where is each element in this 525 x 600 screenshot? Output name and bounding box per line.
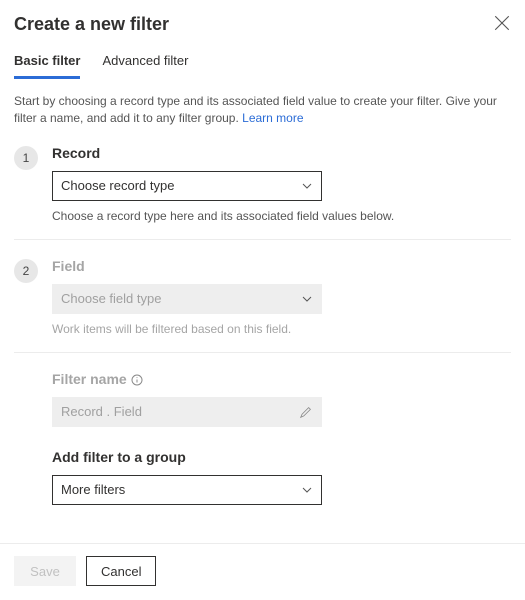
tab-strip: Basic filter Advanced filter (14, 53, 511, 79)
record-type-dropdown[interactable]: Choose record type (52, 171, 322, 201)
info-icon[interactable] (131, 373, 143, 385)
intro-text: Start by choosing a record type and its … (14, 93, 511, 127)
filter-name-input: Record . Field (52, 397, 322, 427)
dialog-title: Create a new filter (14, 14, 169, 35)
cancel-button[interactable]: Cancel (86, 556, 156, 586)
record-type-placeholder: Choose record type (61, 178, 174, 193)
footer-divider (0, 543, 525, 544)
tab-advanced-filter[interactable]: Advanced filter (102, 53, 188, 79)
step-number-2: 2 (14, 259, 38, 283)
tab-basic-filter[interactable]: Basic filter (14, 53, 80, 79)
pencil-icon (299, 405, 313, 419)
filter-name-placeholder: Record . Field (61, 404, 142, 419)
record-hint: Choose a record type here and its associ… (52, 209, 511, 223)
save-button: Save (14, 556, 76, 586)
field-type-placeholder: Choose field type (61, 291, 161, 306)
filter-group-value: More filters (61, 482, 125, 497)
chevron-down-icon (301, 180, 313, 192)
field-label: Field (52, 258, 511, 274)
filter-name-label: Filter name (52, 371, 511, 387)
field-type-dropdown: Choose field type (52, 284, 322, 314)
record-label: Record (52, 145, 511, 161)
step-number-1: 1 (14, 146, 38, 170)
group-label: Add filter to a group (52, 449, 511, 465)
field-hint: Work items will be filtered based on thi… (52, 322, 511, 336)
filter-group-dropdown[interactable]: More filters (52, 475, 322, 505)
learn-more-link[interactable]: Learn more (242, 111, 303, 125)
close-icon[interactable] (493, 14, 511, 32)
chevron-down-icon (301, 293, 313, 305)
chevron-down-icon (301, 484, 313, 496)
filter-name-label-text: Filter name (52, 371, 127, 387)
